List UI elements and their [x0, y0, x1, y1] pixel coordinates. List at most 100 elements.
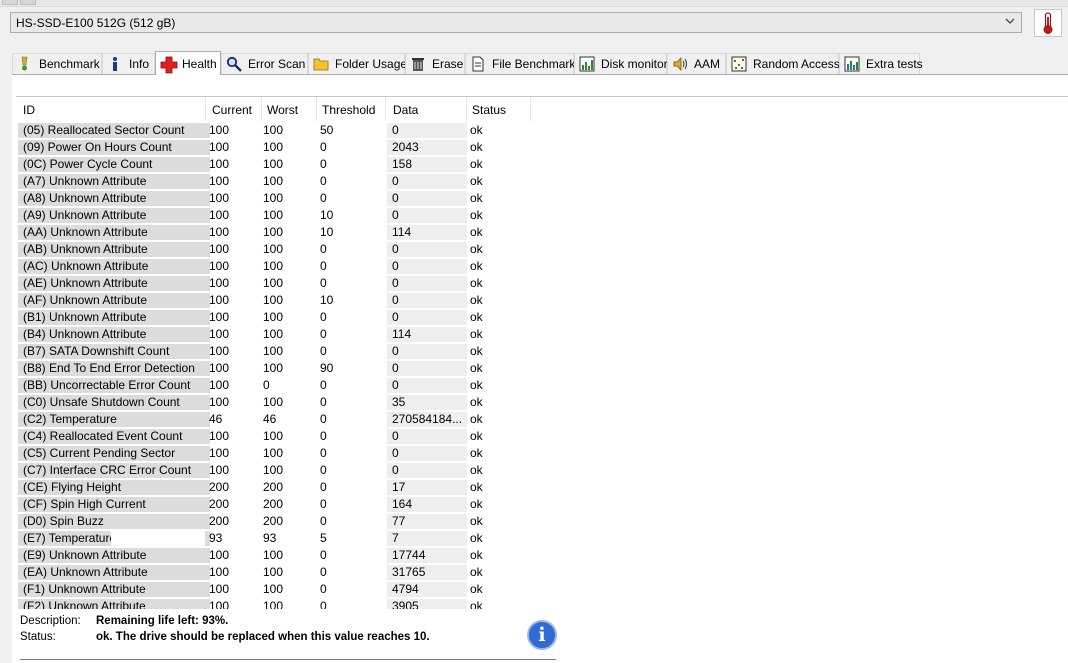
status-label: Status: — [20, 631, 56, 643]
table-cell-status: ok — [470, 242, 483, 256]
table-cell-data: 0 — [387, 310, 467, 325]
tab-file-benchmark[interactable]: File Benchmark — [465, 53, 576, 74]
table-cell-threshold: 0 — [320, 514, 327, 528]
table-cell-worst: 100 — [263, 276, 284, 290]
info-icon[interactable]: i — [527, 620, 557, 650]
table-cell-worst: 100 — [263, 259, 284, 273]
column-header-data[interactable]: Data — [393, 103, 418, 117]
table-row[interactable]: (E9) Unknown Attribute 100 100 0 17744 ok — [16, 547, 1068, 564]
tab-folder-usage[interactable]: Folder Usage — [308, 53, 407, 74]
table-cell-current: 100 — [209, 548, 230, 562]
smart-attributes-table[interactable]: ID Current Worst Threshold Data Status (… — [16, 96, 1068, 609]
table-cell-status: ok — [470, 276, 483, 290]
table-row[interactable]: (A8) Unknown Attribute 100 100 0 0 ok — [16, 190, 1068, 207]
tab-random-access[interactable]: Random Access — [726, 53, 840, 74]
tab-disk-monitor[interactable]: Disk monitor — [574, 53, 668, 74]
table-cell-status: ok — [470, 191, 483, 205]
tab-label: File Benchmark — [492, 57, 576, 71]
table-cell-worst: 200 — [263, 480, 284, 494]
table-row[interactable]: (09) Power On Hours Count 100 100 0 2043 ok — [16, 139, 1068, 156]
table-row[interactable]: (BB) Uncorrectable Error Count 100 0 0 0 ok — [16, 377, 1068, 394]
table-cell-worst: 100 — [263, 548, 284, 562]
tab-health[interactable]: Health — [155, 51, 221, 75]
tab-extra-tests[interactable]: Extra tests — [839, 53, 923, 74]
tab-info[interactable]: Info — [102, 53, 155, 74]
description-value: Remaining life left: 93%. — [96, 615, 229, 627]
table-row[interactable]: (AF) Unknown Attribute 100 100 10 0 ok — [16, 292, 1068, 309]
table-row[interactable]: (EA) Unknown Attribute 100 100 0 31765 ok — [16, 564, 1068, 581]
temperature-button[interactable] — [1034, 9, 1062, 37]
table-row[interactable]: (D0) Spin Buzz 200 200 0 77 ok — [16, 513, 1068, 530]
tab-label: Extra tests — [866, 57, 923, 71]
column-divider — [261, 97, 262, 121]
table-row[interactable]: (CF) Spin High Current 200 200 0 164 ok — [16, 496, 1068, 513]
table-row[interactable]: (05) Reallocated Sector Count 100 100 50 0 ok — [16, 122, 1068, 139]
id-cell-highlight — [111, 530, 205, 547]
table-row[interactable]: (C5) Current Pending Sector 100 100 0 0 ok — [16, 445, 1068, 462]
table-row[interactable]: (AB) Unknown Attribute 100 100 0 0 ok — [16, 241, 1068, 258]
table-row[interactable]: (B4) Unknown Attribute 100 100 0 114 ok — [16, 326, 1068, 343]
table-row[interactable]: (0C) Power Cycle Count 100 100 0 158 ok — [16, 156, 1068, 173]
table-row[interactable]: (B7) SATA Downshift Count 100 100 0 0 ok — [16, 343, 1068, 360]
table-row[interactable]: (C7) Interface CRC Error Count 100 100 0 0 ok — [16, 462, 1068, 479]
table-cell-current: 100 — [209, 429, 230, 443]
table-row[interactable]: (E7) Temperature 93 93 5 7 ok — [16, 530, 1068, 547]
table-body: (05) Reallocated Sector Count 100 100 50 0 ok… — [16, 122, 1068, 609]
column-divider — [316, 97, 317, 121]
table-row[interactable]: (F2) Unknown Attribute 100 100 0 3905 ok — [16, 598, 1068, 609]
table-cell-data: 0 — [387, 242, 467, 257]
column-header-threshold[interactable]: Threshold — [322, 103, 375, 117]
table-row[interactable]: (C4) Reallocated Event Count 100 100 0 0 ok — [16, 428, 1068, 445]
tab-erase[interactable]: Erase — [405, 53, 465, 74]
table-cell-id: (C0) Unsafe Shutdown Count — [18, 395, 210, 410]
table-row[interactable]: (F1) Unknown Attribute 100 100 0 4794 ok — [16, 581, 1068, 598]
table-cell-id: (F2) Unknown Attribute — [18, 599, 210, 609]
table-cell-worst: 100 — [263, 174, 284, 188]
table-cell-id: (AB) Unknown Attribute — [18, 242, 210, 257]
table-cell-status: ok — [470, 140, 483, 154]
table-cell-data: 0 — [387, 446, 467, 461]
column-header-id[interactable]: ID — [23, 103, 35, 117]
table-row[interactable]: (C2) Temperature 46 46 0 270584184... ok — [16, 411, 1068, 428]
drive-select[interactable]: HS-SSD-E100 512G (512 gB) — [10, 12, 1022, 33]
tab-benchmark[interactable]: Benchmark — [12, 53, 102, 74]
table-row[interactable]: (C0) Unsafe Shutdown Count 100 100 0 35 ok — [16, 394, 1068, 411]
table-cell-data: 114 — [387, 225, 467, 240]
drive-select-value: HS-SSD-E100 512G (512 gB) — [16, 16, 176, 30]
table-cell-data: 31765 — [387, 565, 467, 580]
table-cell-threshold: 0 — [320, 378, 327, 392]
table-cell-threshold: 0 — [320, 344, 327, 358]
chevron-down-icon[interactable] — [1004, 15, 1016, 30]
column-header-worst[interactable]: Worst — [267, 103, 298, 117]
table-cell-current: 100 — [209, 582, 230, 596]
table-cell-current: 100 — [209, 174, 230, 188]
table-cell-status: ok — [470, 344, 483, 358]
table-row[interactable]: (B8) End To End Error Detection 100 100 90 0… — [16, 360, 1068, 377]
tab-error-scan[interactable]: Error Scan — [221, 53, 308, 74]
table-row[interactable]: (AC) Unknown Attribute 100 100 0 0 ok — [16, 258, 1068, 275]
speaker-icon — [672, 56, 688, 72]
divider — [20, 659, 556, 660]
table-cell-status: ok — [470, 327, 483, 341]
table-cell-data: 0 — [387, 123, 467, 138]
table-row[interactable]: (AE) Unknown Attribute 100 100 0 0 ok — [16, 275, 1068, 292]
table-row[interactable]: (AA) Unknown Attribute 100 100 10 114 ok — [16, 224, 1068, 241]
column-divider — [466, 97, 467, 121]
trash-icon — [410, 56, 426, 72]
table-row[interactable]: (B1) Unknown Attribute 100 100 0 0 ok — [16, 309, 1068, 326]
table-cell-data: 0 — [387, 276, 467, 291]
table-cell-worst: 100 — [263, 429, 284, 443]
table-cell-data: 158 — [387, 157, 467, 172]
column-header-current[interactable]: Current — [212, 103, 252, 117]
table-row[interactable]: (A7) Unknown Attribute 100 100 0 0 ok — [16, 173, 1068, 190]
health-cross-icon — [160, 56, 178, 73]
table-cell-status: ok — [470, 582, 483, 596]
table-cell-data: 0 — [387, 344, 467, 359]
table-row[interactable]: (CE) Flying Height 200 200 0 17 ok — [16, 479, 1068, 496]
table-cell-worst: 100 — [263, 123, 284, 137]
column-header-status[interactable]: Status — [472, 103, 506, 117]
table-row[interactable]: (A9) Unknown Attribute 100 100 10 0 ok — [16, 207, 1068, 224]
table-cell-data: 0 — [387, 378, 467, 393]
tab-aam[interactable]: AAM — [667, 53, 726, 74]
table-cell-status: ok — [470, 548, 483, 562]
